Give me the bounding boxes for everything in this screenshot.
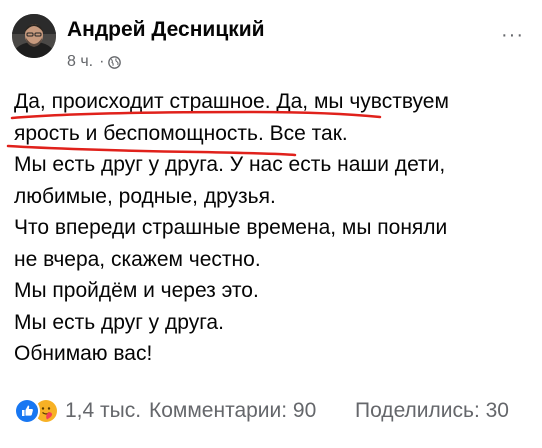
post-line: не вчера, скажем честно. (14, 247, 261, 271)
post-body: Да, происходит страшное. Да, мы чувствуе… (14, 86, 534, 370)
post-line: любимые, родные, друзья. (14, 184, 276, 208)
like-icon (14, 398, 40, 424)
post-timestamp[interactable]: 8 ч. (67, 53, 93, 71)
post-meta: 8 ч. · (67, 53, 122, 71)
reactions-count[interactable]: 1,4 тыс. (65, 399, 141, 423)
author-name[interactable]: Андрей Десницкий (67, 18, 265, 42)
comments-count[interactable]: Комментарии: 90 (149, 399, 316, 423)
shares-count[interactable]: Поделились: 30 (355, 399, 509, 423)
post-line: Мы есть друг у друга. У нас есть наши де… (14, 153, 446, 176)
meta-separator: · (99, 53, 105, 70)
post-line: Обнимаю вас! (14, 342, 153, 365)
author-avatar[interactable] (12, 14, 56, 58)
post-line: Да, происходит страшное. Да, мы чувствуе… (14, 90, 449, 113)
avatar-photo (12, 14, 56, 58)
post-line: Что впереди страшные времена, мы поняли (14, 216, 448, 239)
post-line: Мы пройдём и через это. (14, 279, 259, 302)
post-line: ярость и беспомощность. Все так. (14, 121, 348, 145)
post-footer: 1,4 тыс. Комментарии: 90 Поделились: 30 (14, 396, 536, 426)
facebook-post: Андрей Десницкий 8 ч. · ··· Да, происход… (0, 0, 542, 448)
globe-icon[interactable] (108, 55, 122, 69)
reaction-icons[interactable] (14, 398, 59, 424)
more-options-button[interactable]: ··· (501, 25, 524, 45)
post-line: Мы есть друг у друга. (14, 310, 224, 334)
